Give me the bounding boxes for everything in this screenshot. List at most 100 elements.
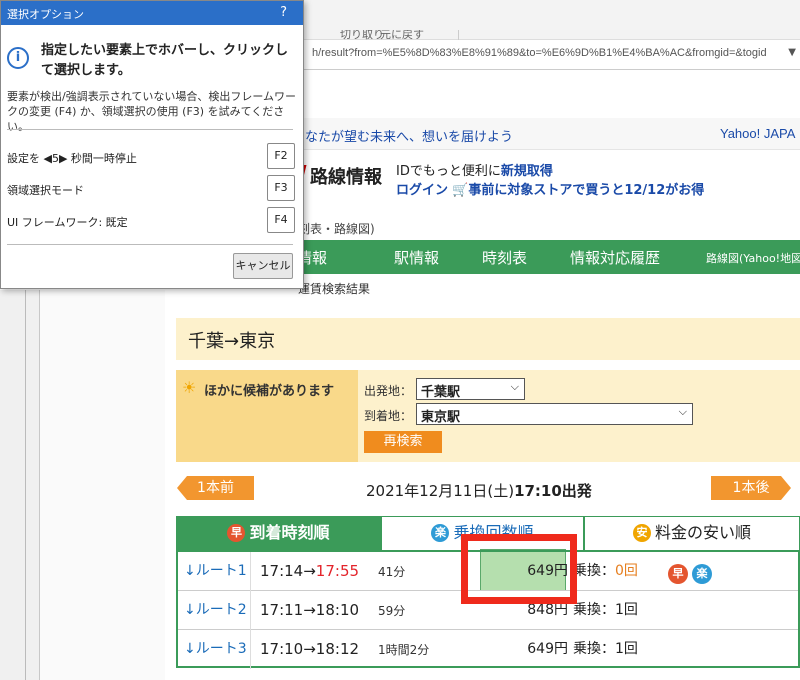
- route-duration: 59分: [378, 604, 406, 618]
- fast-icon: 早: [227, 524, 246, 542]
- option-label: 設定を ◀5▶ 秒間一時停止: [7, 152, 137, 165]
- undo-button[interactable]: 元に戻す: [380, 30, 424, 40]
- divider: [7, 129, 293, 130]
- selection-outline: [461, 534, 577, 604]
- route-transfers: 乗換：1回: [573, 591, 638, 630]
- dialog-description: 要素が検出/強調表示されていない場合、検出フレームワークの変更 (F4) か、領…: [7, 90, 297, 133]
- page-left-margin: [40, 290, 165, 680]
- cart-icon: 🛒: [452, 183, 469, 198]
- from-value: 千葉駅: [421, 385, 461, 400]
- route-times: 17:11→18:10: [260, 591, 359, 630]
- tab-label: 到着時刻順: [249, 523, 330, 542]
- cut-button[interactable]: 切り取り: [340, 30, 384, 40]
- candidate-label-cell: ☀ ほかに候補があります: [176, 370, 358, 462]
- option-label: UI フレームワーク: 既定: [7, 216, 128, 229]
- cancel-button[interactable]: キャンセル: [233, 253, 293, 279]
- transfer-label: 乗換：: [573, 563, 615, 579]
- route-heading-box: 千葉→東京: [176, 318, 800, 360]
- route-link[interactable]: ↓ルート3: [178, 630, 251, 669]
- route-transfers: 乗換：1回: [573, 630, 638, 669]
- from-select[interactable]: 千葉駅 ⌵: [416, 378, 525, 400]
- next-train-button[interactable]: 1本後: [711, 476, 791, 500]
- nav-item-station[interactable]: 駅情報: [394, 247, 439, 268]
- new-signup-link[interactable]: 新規取得: [501, 164, 553, 179]
- id-promo-text: IDでもっと便利に: [396, 164, 501, 179]
- transfer-count: 1回: [615, 641, 638, 657]
- option-label: 領域選択モード: [7, 184, 84, 197]
- tab-arrival-time[interactable]: 早到着時刻順: [176, 516, 381, 550]
- option-framework: UI フレームワーク: 既定 F4: [7, 207, 295, 235]
- breadcrumb: 運賃検索結果: [298, 282, 371, 296]
- departure-datetime: 2021年12月11日(土)17:10出発: [366, 480, 592, 501]
- logo-text: 路線情報: [310, 167, 382, 187]
- fast-badge-icon: 早: [668, 564, 688, 584]
- chevron-down-icon: ⌵: [678, 405, 687, 418]
- easy-badge-icon: 楽: [692, 564, 712, 584]
- left-gutter: [0, 290, 40, 680]
- route-info-logo[interactable]: 路線情報: [295, 163, 390, 189]
- transfer-label: 乗換：: [573, 602, 615, 618]
- route-times: 17:14→17:55: [260, 552, 359, 591]
- login-link[interactable]: ログイン: [396, 183, 448, 198]
- nav-item-map[interactable]: 路線図(Yahoo!地図: [706, 250, 800, 266]
- option-region: 領域選択モード F3: [7, 175, 295, 203]
- transfer-label: 乗換：: [573, 641, 615, 657]
- dialog-title: 選択オプション: [7, 8, 84, 21]
- route-times: 17:10→18:12: [260, 630, 359, 669]
- arr-time: 18:12: [315, 640, 360, 658]
- tagline-link[interactable]: なたが望む未来へ、想いを届けよう: [305, 126, 513, 145]
- gutter-divider: [25, 290, 26, 680]
- help-icon[interactable]: ?: [280, 5, 287, 20]
- arr-time: 17:55: [315, 562, 360, 580]
- tab-label: 料金の安い順: [654, 523, 751, 542]
- login-area: IDでもっと便利に新規取得 ログイン 🛒事前に対象ストアで買うと12/12がお得: [396, 162, 704, 200]
- transfer-count: 0回: [615, 563, 638, 579]
- tab-cheapest[interactable]: 安料金の安い順: [584, 516, 800, 550]
- promo-link[interactable]: 事前に対象ストアで買うと12/12がお得: [468, 183, 704, 198]
- nav-item-timetable[interactable]: 時刻表: [482, 247, 527, 268]
- option-pause: 設定を ◀5▶ 秒間一時停止 F2: [7, 143, 295, 171]
- departure-time: 17:10出発: [514, 482, 592, 500]
- cheap-icon: 安: [632, 524, 651, 542]
- table-row[interactable]: ↓ルート3 17:10→18:12 1時間2分 649円 乗換：1回: [178, 630, 798, 669]
- route-link[interactable]: ↓ルート2: [178, 591, 251, 630]
- breadcrumb-top: 刻表・路線図): [298, 222, 375, 236]
- transfer-count: 1回: [615, 602, 638, 618]
- dialog-titlebar: 選択オプション ?: [1, 1, 303, 25]
- to-value: 東京駅: [421, 410, 461, 425]
- f2-key-button[interactable]: F2: [267, 143, 295, 169]
- selection-options-dialog: 選択オプション ? i 指定したい要素上でホバーし、クリックして選択します。 要…: [0, 0, 304, 289]
- to-select[interactable]: 東京駅 ⌵: [416, 403, 693, 425]
- route-transfers: 乗換：0回: [573, 552, 638, 591]
- lightbulb-icon: ☀: [182, 378, 197, 397]
- f4-key-button[interactable]: F4: [267, 207, 295, 233]
- chevron-down-icon[interactable]: ▼: [788, 47, 796, 58]
- dialog-heading: 指定したい要素上でホバーし、クリックして選択します。: [41, 43, 289, 78]
- prev-train-button[interactable]: 1本前: [177, 476, 254, 500]
- page-title: 千葉→東京: [188, 331, 276, 352]
- main-nav: 行情報 駅情報 時刻表 情報対応履歴 路線図(Yahoo!地図: [280, 240, 800, 274]
- yahoo-japan-link[interactable]: Yahoo! JAPA: [720, 126, 795, 141]
- f3-key-button[interactable]: F3: [267, 175, 295, 201]
- divider: [7, 244, 293, 245]
- route-duration: 41分: [378, 565, 406, 579]
- url-text[interactable]: h/result?from=%E5%8D%83%E8%91%89&to=%E6%…: [312, 47, 767, 59]
- info-icon: i: [7, 47, 29, 69]
- chevron-down-icon: ⌵: [510, 380, 519, 393]
- easy-icon: 楽: [431, 524, 450, 542]
- route-fare: 649円: [527, 641, 568, 657]
- dep-time: 17:11→: [260, 601, 316, 619]
- dep-time: 17:10→: [260, 640, 316, 658]
- from-label: 出発地：: [364, 384, 413, 398]
- route-duration: 1時間2分: [378, 643, 430, 657]
- nav-item-history[interactable]: 情報対応履歴: [570, 247, 660, 268]
- departure-date: 2021年12月11日(土): [366, 482, 515, 500]
- route-link[interactable]: ↓ルート1: [178, 552, 251, 591]
- research-button[interactable]: 再検索: [364, 431, 442, 453]
- to-label: 到着地：: [364, 409, 413, 423]
- arr-time: 18:10: [315, 601, 360, 619]
- dep-time: 17:14→: [260, 562, 316, 580]
- candidate-box: ☀ ほかに候補があります 出発地： 千葉駅 ⌵ 到着地： 東京駅 ⌵ 再検索: [176, 370, 800, 462]
- candidate-label: ほかに候補があります: [204, 384, 335, 399]
- toolbar-separator: [458, 30, 459, 40]
